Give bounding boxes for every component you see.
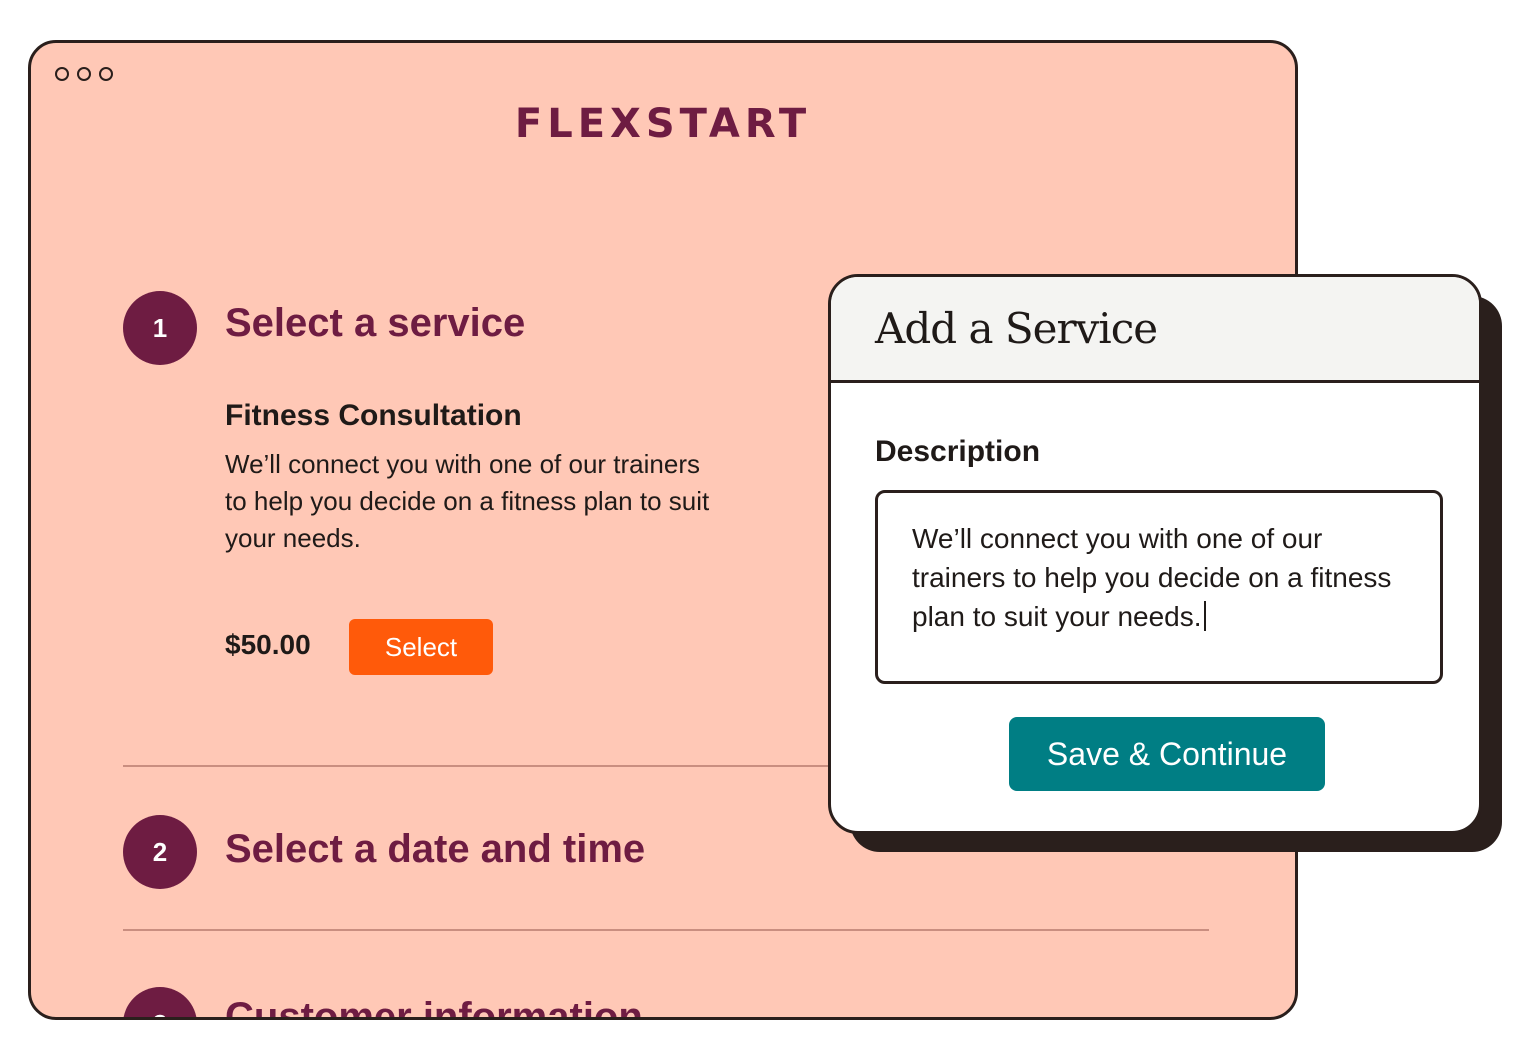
- service-price: $50.00: [225, 629, 311, 660]
- service-description: We’ll connect you with one of our traine…: [225, 449, 710, 553]
- step-3-number: 3: [123, 987, 197, 1017]
- add-service-modal: Add a Service Description We’ll connect …: [828, 274, 1482, 834]
- window-menu-dots[interactable]: [55, 67, 113, 81]
- description-label: Description: [875, 435, 1041, 468]
- divider: [123, 765, 923, 767]
- dot-icon: [55, 67, 69, 81]
- step-2-title[interactable]: Select a date and time: [225, 827, 645, 872]
- modal-header: Add a Service: [831, 277, 1479, 383]
- save-continue-button[interactable]: Save & Continue: [1009, 717, 1325, 791]
- dot-icon: [77, 67, 91, 81]
- step-3-title[interactable]: Customer information: [225, 995, 643, 1017]
- divider: [123, 929, 1209, 931]
- dot-icon: [99, 67, 113, 81]
- step-1-number: 1: [123, 291, 197, 365]
- text-caret: [1203, 601, 1206, 631]
- step-1-title[interactable]: Select a service: [225, 301, 525, 346]
- select-service-button[interactable]: Select: [349, 619, 493, 675]
- description-text: We’ll connect you with one of our traine…: [912, 523, 1392, 632]
- description-textarea[interactable]: We’ll connect you with one of our traine…: [875, 490, 1443, 684]
- service-name: Fitness Consultation: [225, 399, 522, 432]
- modal-title: Add a Service: [875, 304, 1158, 353]
- step-2-number: 2: [123, 815, 197, 889]
- brand-logo: FLEXSTART: [514, 101, 812, 147]
